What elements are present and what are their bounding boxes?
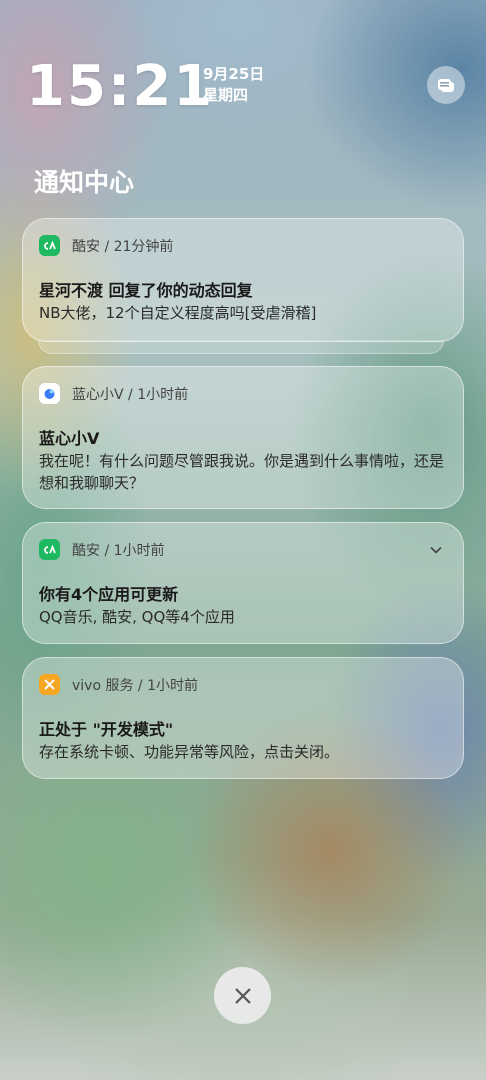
coolapk-icon <box>39 539 60 560</box>
notification-manage-button[interactable] <box>427 66 465 104</box>
coolapk-icon <box>39 235 60 256</box>
clear-all-button[interactable] <box>214 967 271 1024</box>
notification-header: vivo 服务 / 1小时前 <box>39 674 198 695</box>
date-label: 9月25日 <box>203 65 265 83</box>
notification-body: 存在系统卡顿、功能异常等风险，点击关闭。 <box>39 743 340 761</box>
notification-source: 蓝心小V / 1小时前 <box>72 386 189 403</box>
vivo-service-icon <box>39 674 60 695</box>
notification-title: 星河不渡 回复了你的动态回复 <box>39 281 253 300</box>
notification-body: 我在呢！有什么问题尽管跟我说。你是遇到什么事情啦，还是想和我聊聊天？ <box>39 452 445 492</box>
notification-source: 酷安 / 21分钟前 <box>72 238 174 255</box>
notification-header: 蓝心小V / 1小时前 <box>39 383 188 404</box>
notification-card[interactable]: 蓝心小V / 1小时前 蓝心小V 我在呢！有什么问题尽管跟我说。你是遇到什么事情… <box>22 366 464 509</box>
clock-date: 9月25日 星期四 <box>203 64 264 106</box>
notification-body: QQ音乐, 酷安, QQ等4个应用 <box>39 608 235 626</box>
chevron-down-icon[interactable] <box>429 543 443 557</box>
notification-source: vivo 服务 / 1小时前 <box>72 677 198 694</box>
close-icon <box>234 987 251 1004</box>
notification-card[interactable]: 酷安 / 1小时前 你有4个应用可更新 QQ音乐, 酷安, QQ等4个应用 <box>22 522 464 644</box>
stack-icon <box>438 79 454 92</box>
notification-source: 酷安 / 1小时前 <box>72 542 165 559</box>
notification-card[interactable]: vivo 服务 / 1小时前 正处于 "开发模式" 存在系统卡顿、功能异常等风险… <box>22 657 464 779</box>
notification-card[interactable]: 酷安 / 21分钟前 星河不渡 回复了你的动态回复 NB大佬，12个自定义程度高… <box>22 218 464 342</box>
stacked-card-edge <box>38 340 444 354</box>
notification-body: NB大佬，12个自定义程度高吗[受虐滑稽] <box>39 304 317 322</box>
notification-title: 你有4个应用可更新 <box>39 585 179 604</box>
weekday-label: 星期四 <box>203 86 249 104</box>
notification-header: 酷安 / 21分钟前 <box>39 235 173 256</box>
notification-header: 酷安 / 1小时前 <box>39 539 165 560</box>
clock-time: 15:21 <box>26 54 215 119</box>
notification-title: 蓝心小V <box>39 429 100 448</box>
notification-title: 正处于 "开发模式" <box>39 720 174 739</box>
bluelm-icon <box>39 383 60 404</box>
notification-center-title: 通知中心 <box>34 168 135 197</box>
